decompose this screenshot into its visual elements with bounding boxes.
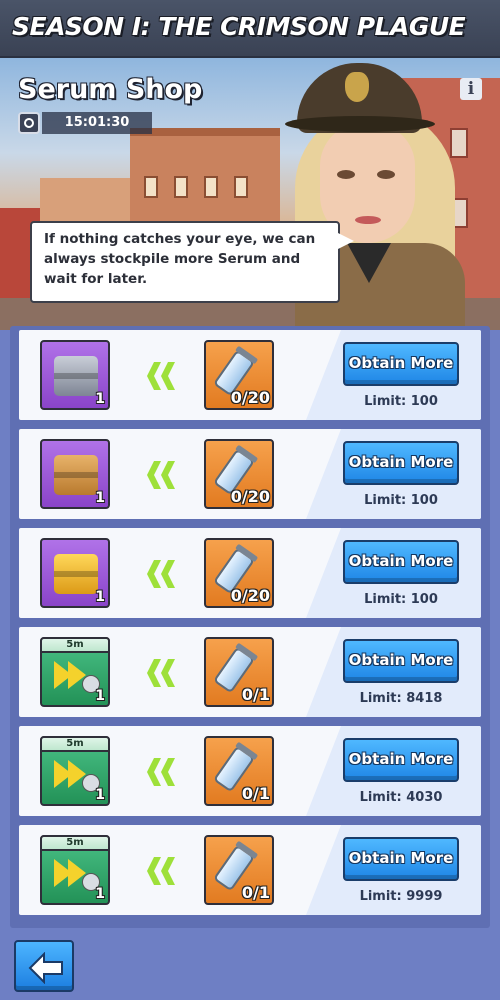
reward-quantity: 1 [95,787,105,803]
back-arrow-icon [28,952,63,984]
reward-quantity: 1 [95,886,105,902]
serum-count: 0/1 [241,784,270,803]
reward-quantity: 1 [95,391,105,407]
exchange-arrows-icon [147,461,183,489]
obtain-more-button[interactable]: Obtain More [343,441,459,485]
shop-banner: Serum Shop 15:01:30 i If nothing catches… [0,58,500,330]
exchange-arrows-icon [147,758,183,786]
shop-row: 5m 1 0/1 Obtain More Limit: 8418 [19,627,481,717]
timer-value: 15:01:30 [42,112,152,134]
serum-count: 0/20 [230,388,270,407]
serum-cost-item[interactable]: 0/1 [204,736,274,806]
reward-item[interactable]: 1 [40,439,110,509]
reward-item[interactable]: 5m 1 [40,736,110,806]
reward-item[interactable]: 1 [40,538,110,608]
serum-count: 0/1 [241,883,270,902]
serum-cost-item[interactable]: 0/1 [204,637,274,707]
duration-tag: 5m [40,736,110,752]
exchange-arrows-icon [147,362,183,390]
purchase-limit: Limit: 100 [364,493,438,508]
duration-tag: 5m [40,835,110,851]
exchange-arrows-icon [147,659,183,687]
info-icon: i [467,79,475,99]
exchange-arrows-icon [147,560,183,588]
obtain-more-button[interactable]: Obtain More [343,639,459,683]
serum-count: 0/20 [230,487,270,506]
serum-cost-item[interactable]: 0/20 [204,439,274,509]
reward-item[interactable]: 5m 1 [40,835,110,905]
purchase-limit: Limit: 8418 [359,691,443,706]
serum-cost-item[interactable]: 0/20 [204,340,274,410]
purchase-limit: Limit: 4030 [359,790,443,805]
shop-row: 1 0/20 Obtain More Limit: 100 [19,528,481,618]
reward-item[interactable]: 5m 1 [40,637,110,707]
obtain-more-button[interactable]: Obtain More [343,540,459,584]
reward-quantity: 1 [95,688,105,704]
speedup-icon [54,859,100,891]
purchase-limit: Limit: 100 [364,592,438,607]
reward-item[interactable]: 1 [40,340,110,410]
season-header: SEASON I: THE CRIMSON PLAGUE [0,0,500,58]
purchase-limit: Limit: 100 [364,394,438,409]
shop-row: 5m 1 0/1 Obtain More Limit: 9999 [19,825,481,915]
shop-title: Serum Shop [18,74,203,105]
shop-row: 5m 1 0/1 Obtain More Limit: 4030 [19,726,481,816]
supply-crate-icon [54,455,98,495]
obtain-more-button[interactable]: Obtain More [343,837,459,881]
speedup-icon [54,760,100,792]
obtain-more-button[interactable]: Obtain More [343,738,459,782]
shop-timer: 15:01:30 [18,112,152,134]
reward-quantity: 1 [95,589,105,605]
serum-cost-item[interactable]: 0/20 [204,538,274,608]
supply-crate-icon [54,356,98,396]
shop-list[interactable]: 1 0/20 Obtain More Limit: 100 1 0/20 Obtain Mo… [10,326,490,928]
duration-tag: 5m [40,637,110,653]
purchase-limit: Limit: 9999 [359,889,443,904]
exchange-arrows-icon [147,857,183,885]
serum-count: 0/20 [230,586,270,605]
back-button[interactable] [14,940,74,992]
shop-row: 1 0/20 Obtain More Limit: 100 [19,330,481,420]
supply-crate-icon [54,554,98,594]
serum-count: 0/1 [241,685,270,704]
season-title: SEASON I: THE CRIMSON PLAGUE [12,12,466,41]
speedup-icon [54,661,100,693]
speech-bubble: If nothing catches your eye, we can alwa… [30,221,354,303]
shop-row: 1 0/20 Obtain More Limit: 100 [19,429,481,519]
serum-cost-item[interactable]: 0/1 [204,835,274,905]
clock-icon [18,112,40,134]
obtain-more-button[interactable]: Obtain More [343,342,459,386]
reward-quantity: 1 [95,490,105,506]
info-button[interactable]: i [460,78,482,100]
cap-badge-icon [345,72,369,102]
